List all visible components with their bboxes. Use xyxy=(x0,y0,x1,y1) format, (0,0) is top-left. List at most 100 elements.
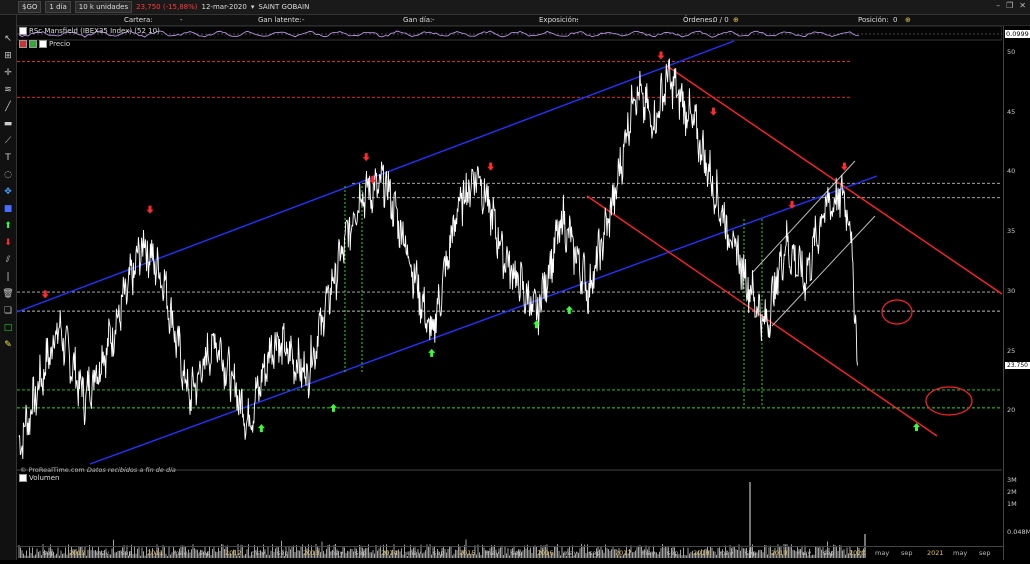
color-swatch-icon[interactable]: □ xyxy=(0,319,16,336)
x-tick-label: sep xyxy=(823,549,835,557)
y-tick-label: 25 xyxy=(1007,346,1016,355)
timeframe-selector[interactable]: 1 día xyxy=(45,1,71,13)
text-tool-icon[interactable]: T xyxy=(0,149,16,166)
price-add-icon[interactable] xyxy=(29,40,37,48)
rsc-label-row: RSc Mansfield (IBEX35 Index) (52 10) xyxy=(19,27,160,35)
down-arrow-tool-icon[interactable]: ⬇ xyxy=(0,234,16,251)
x-tick-label: may xyxy=(719,549,734,557)
price-visibility-checkbox[interactable] xyxy=(39,40,47,48)
x-tick-label: sep xyxy=(199,549,211,557)
x-tick-label: may xyxy=(875,549,890,557)
x-tick-label: may xyxy=(329,549,344,557)
x-tick-label: sep xyxy=(979,549,991,557)
x-tick-label: sep xyxy=(433,549,445,557)
x-tick-label: sep xyxy=(667,549,679,557)
x-tick-label: 2018 xyxy=(693,549,710,557)
y-tick-label: 35 xyxy=(1007,227,1016,236)
x-tick-label: may xyxy=(407,549,422,557)
y-tick-label: 40 xyxy=(1007,167,1016,176)
x-tick-label: may xyxy=(485,549,500,557)
last-price: 23,750 xyxy=(136,3,161,11)
x-tick-label: 2012 xyxy=(225,549,242,557)
x-tick-label: sep xyxy=(355,549,367,557)
price-change: (-15,88%) xyxy=(162,3,198,11)
x-axis[interactable]: sep 2010 may sep 2011 may sep 2012 may sep 2013 may… xyxy=(17,546,1003,561)
gan-dia-value: - xyxy=(432,16,435,24)
zoom-icon[interactable]: ⊞ xyxy=(0,47,16,64)
rsc-visibility-checkbox[interactable] xyxy=(19,27,27,35)
x-tick-label: 2011 xyxy=(147,549,164,557)
price-chart[interactable] xyxy=(16,25,1003,560)
pin-icon[interactable]: ❘ xyxy=(0,268,16,285)
cartera-label: Cartera: xyxy=(124,16,153,24)
x-tick-label: sep xyxy=(589,549,601,557)
posicion-label: Posición: xyxy=(858,16,889,24)
dropdown-icon[interactable]: ▾ xyxy=(251,3,255,11)
up-arrow-tool-icon[interactable]: ⬆ xyxy=(0,217,16,234)
price-label: Precio xyxy=(49,40,71,48)
price-label-row: Precio xyxy=(19,40,70,48)
rsc-value-tag: 0.0999 xyxy=(1005,30,1030,38)
credit-text: © ProRealTime.com xyxy=(20,466,85,474)
instrument-name: SAINT GOBAIN xyxy=(258,3,310,11)
y-tick-label: 45 xyxy=(1007,107,1016,116)
x-tick-label: 2021 xyxy=(927,549,944,557)
units-selector[interactable]: 10 k unidades xyxy=(74,1,133,13)
volume-tick: 2M xyxy=(1007,488,1017,496)
x-tick-label: sep xyxy=(901,549,913,557)
x-tick-label: sep xyxy=(511,549,523,557)
ordenes-label: Órdenes: xyxy=(683,16,715,24)
channel-icon[interactable]: ⫽ xyxy=(0,251,16,268)
account-bar: Cartera: - Gan latente: - Gan día: - Exp… xyxy=(0,15,1030,26)
volume-tick: 0.048M xyxy=(1007,528,1030,536)
credit-note: Datos recibidos a fin de día xyxy=(86,466,176,474)
minimize-icon[interactable]: – xyxy=(996,1,1000,10)
x-tick-label: may xyxy=(251,549,266,557)
fibonacci-icon[interactable]: ≋ xyxy=(0,81,16,98)
x-tick-label: 2016 xyxy=(537,549,554,557)
restore-icon[interactable]: ❐ xyxy=(1006,1,1013,10)
x-tick-label: may xyxy=(797,549,812,557)
y-tick-label: 20 xyxy=(1007,406,1016,415)
x-tick-label: sep xyxy=(745,549,757,557)
rectangle-icon[interactable]: ■ xyxy=(0,200,16,217)
move-icon[interactable]: ✥ xyxy=(0,183,16,200)
top-toolbar: $GO 1 día 10 k unidades 23,750 (-15,88%)… xyxy=(0,0,1030,15)
y-tick-label: 50 xyxy=(1007,47,1016,56)
exposicion-label: Exposición: xyxy=(539,16,579,24)
price-close-icon[interactable] xyxy=(19,40,27,48)
posicion-value: 0 xyxy=(893,16,898,24)
chart-area[interactable] xyxy=(16,25,1003,560)
crosshair-icon[interactable]: ✛ xyxy=(0,64,16,81)
x-tick-label: 2010 xyxy=(69,549,86,557)
ruler-icon[interactable]: ▬ xyxy=(0,115,16,132)
credit-line: © ProRealTime.com Datos recibidos a fin … xyxy=(20,466,176,474)
last-price-tag: 23.750 xyxy=(1005,362,1030,369)
trash-icon[interactable]: 🗑 xyxy=(0,285,16,302)
window-controls: – ❐ ✕ xyxy=(996,1,1026,10)
gan-latente-value: - xyxy=(302,16,305,24)
x-tick-label: may xyxy=(563,549,578,557)
x-tick-label: may xyxy=(953,549,968,557)
highlighter-icon[interactable]: ✎ xyxy=(0,336,16,353)
orders-icon[interactable]: ⊕ xyxy=(733,15,739,25)
y-tick-label: 30 xyxy=(1007,286,1016,295)
lasso-icon[interactable]: ◌ xyxy=(0,166,16,183)
trendline-icon[interactable]: ╱ xyxy=(0,98,16,115)
symbol-selector[interactable]: $GO xyxy=(18,1,42,13)
x-tick-label: sep xyxy=(277,549,289,557)
ordenes-value: 0 / 0 xyxy=(713,16,729,24)
date-readout: 12-mar-2020 xyxy=(201,3,247,11)
close-icon[interactable]: ✕ xyxy=(1019,1,1026,10)
copy-icon[interactable]: ❏ xyxy=(0,302,16,319)
position-icon[interactable]: ⊕ xyxy=(905,15,911,25)
cartera-value: - xyxy=(180,16,183,24)
segment-icon[interactable]: ⟋ xyxy=(0,132,16,149)
volume-axis: 3M 2M 1M 0.048M xyxy=(1003,476,1030,546)
exposicion-value: - xyxy=(576,16,579,24)
volume-visibility-checkbox[interactable] xyxy=(19,474,27,482)
x-tick-label: 2017 xyxy=(615,549,632,557)
x-tick-label: 2020 xyxy=(849,549,866,557)
cursor-icon[interactable]: ↖ xyxy=(0,30,16,47)
x-tick-label: sep xyxy=(121,549,133,557)
